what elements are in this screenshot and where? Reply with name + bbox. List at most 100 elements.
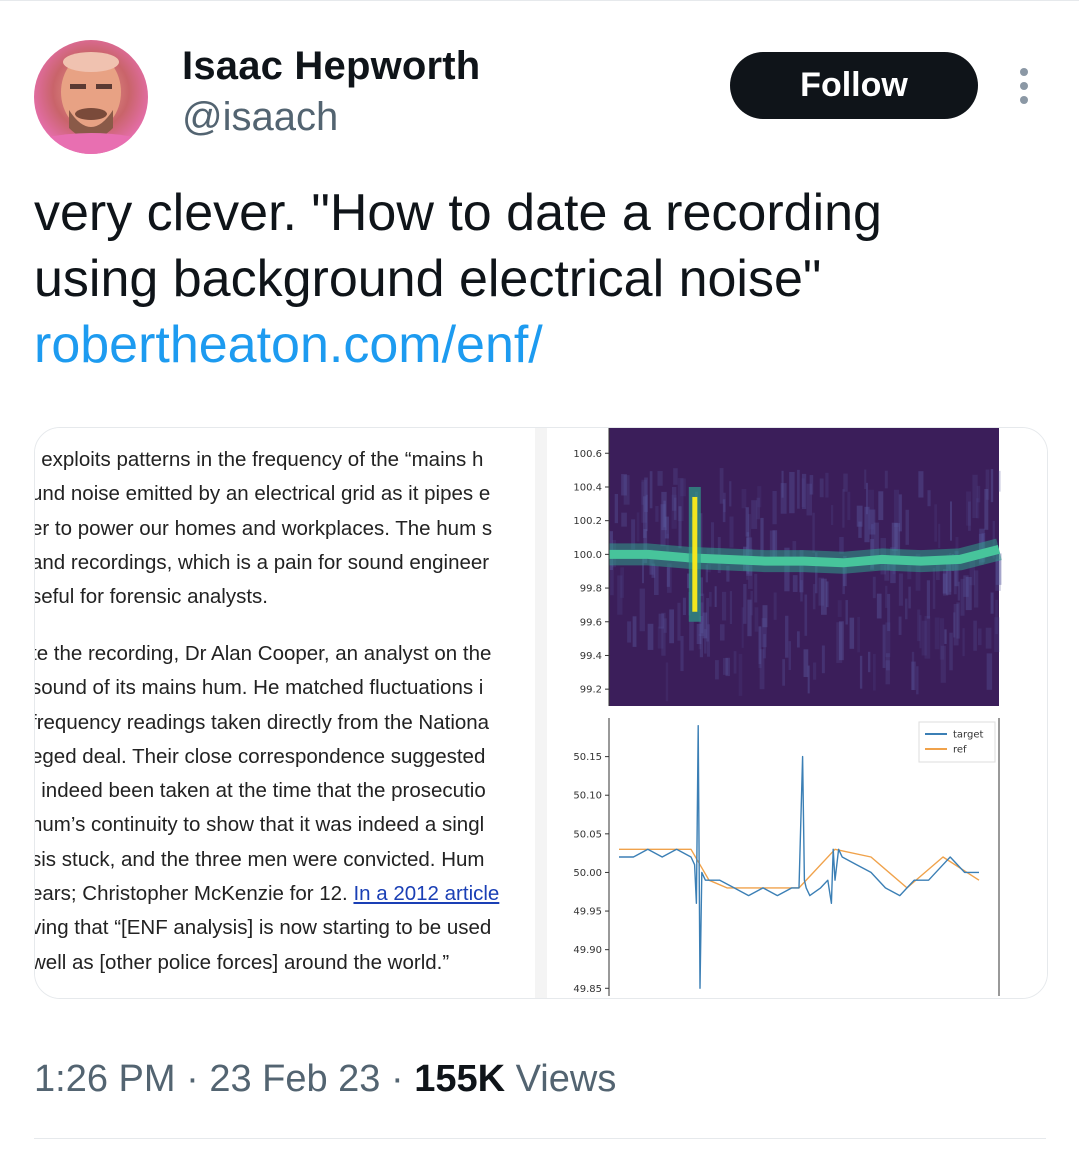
heatmap-noise-cell (722, 499, 726, 523)
author-name[interactable]: Isaac Hepworth (182, 44, 480, 89)
heatmap-noise-cell (878, 491, 884, 521)
heatmap-noise-cell (973, 620, 977, 651)
article-line: te the recording, Dr Alan Cooper, an ana… (35, 642, 492, 665)
heatmap-noise-cell (754, 607, 759, 632)
article-link: In a 2012 article (353, 882, 500, 906)
article-line: ving that “[ENF analysis] is now startin… (35, 916, 492, 940)
heatmap-noise-cell (647, 623, 654, 650)
tweet-meta: 1:26 PM · 23 Feb 23 · 155K Views (34, 1058, 616, 1101)
heatmap-noise-cell (984, 488, 989, 530)
heatmap-spike (692, 496, 698, 612)
date[interactable]: 23 Feb 23 (209, 1058, 380, 1100)
heatmap-noise-cell (623, 475, 630, 505)
heatmap-noise-cell (911, 651, 915, 690)
heatmap-noise-cell (804, 594, 808, 636)
heatmap-noise-cell (741, 607, 744, 648)
heatmap-noise-cell (671, 494, 677, 529)
heatmap-noise-cell (838, 621, 844, 661)
heatmap-noise-cell (932, 568, 936, 609)
line-y-tick-label: 50.15 (573, 752, 602, 763)
heatmap-noise-cell (657, 471, 663, 486)
heatmap-noise-cell (714, 586, 717, 608)
heatmap-noise-cell (639, 588, 645, 632)
heatmap-noise-cell (669, 609, 675, 644)
heatmap-noise-cell (994, 617, 1000, 653)
tweet-text-line-1: very clever. "How to date a recording (34, 184, 882, 242)
heatmap-noise-cell (934, 617, 940, 650)
tweet-text: very clever. "How to date a recording us… (34, 180, 1044, 378)
heatmap-noise-cell (843, 473, 848, 492)
heatmap-noise-cell (944, 629, 947, 644)
heatmap-noise-cell (614, 493, 619, 524)
heatmap-noise-cell (898, 573, 903, 606)
heatmap-noise-cell (758, 626, 762, 669)
heatmap-noise-cell (789, 471, 795, 514)
heatmap-noise-cell (976, 498, 980, 519)
avatar-image (34, 52, 148, 154)
line-y-tick-label: 49.95 (573, 907, 602, 918)
heatmap-noise-cell (985, 627, 992, 649)
heatmap-noise-cell (845, 600, 848, 625)
article-line: j exploits patterns in the frequency of … (35, 448, 484, 471)
heatmap-noise-cell (788, 641, 792, 671)
heatmap-noise-cell (949, 632, 953, 671)
line-y-tick-label: 50.05 (573, 829, 602, 840)
article-line: sound of its mains hum. He matched fluct… (35, 676, 484, 700)
series-line-target (619, 725, 979, 989)
heatmap-noise-cell (963, 575, 969, 597)
article-paragraph-2: te the recording, Dr Alan Cooper, an ana… (35, 637, 499, 980)
heatmap-noise-cell (867, 651, 871, 673)
tweet-link[interactable]: robertheaton.com/enf/ (34, 312, 1044, 378)
heatmap-noise-cell (813, 662, 817, 680)
heatmap-noise-cell (792, 575, 798, 592)
avatar[interactable] (34, 40, 148, 154)
legend-label-target: target (953, 730, 983, 741)
top-divider (0, 0, 1079, 1)
article-line: sis stuck, and the three men were convic… (35, 847, 485, 871)
heatmap-noise-cell (934, 504, 937, 542)
line-y-tick-label: 49.90 (573, 945, 602, 956)
heatmap-noise-cell (859, 655, 863, 689)
heatmap-noise-cell (627, 621, 632, 643)
heatmap-noise-cell (885, 653, 890, 671)
heatmap-noise-cell (876, 593, 882, 619)
heatmap-noise-cell (865, 482, 868, 515)
heatmap-noise-cell (729, 591, 733, 625)
article-line-text: ears; Christopher McKenzie for 12. (35, 882, 354, 906)
heatmap-noise-cell (926, 580, 930, 619)
author-handle[interactable]: @isaach (182, 95, 338, 140)
heatmap-noise-cell (738, 653, 743, 696)
heatmap-noise-cell (962, 628, 965, 657)
heatmap-noise-cell (663, 500, 666, 528)
heatmap-noise-cell (655, 505, 659, 522)
heatmap-noise-cell (750, 590, 753, 616)
heatmap-noise-cell (754, 573, 758, 603)
line-y-tick-label: 50.00 (573, 868, 602, 879)
heatmap-noise-cell (973, 570, 979, 608)
heatmap-noise-cell (837, 600, 842, 617)
heatmap-noise-cell (797, 469, 800, 509)
heatmap-y-tick-label: 100.2 (573, 516, 602, 527)
heatmap-noise-cell (653, 565, 659, 596)
more-options-icon[interactable] (1012, 66, 1036, 106)
heatmap-noise-cell (722, 591, 727, 621)
media-image[interactable]: j exploits patterns in the frequency of … (34, 427, 1048, 999)
follow-button[interactable]: Follow (730, 52, 978, 119)
heatmap-noise-cell (957, 581, 961, 601)
heatmap-noise-cell (678, 506, 682, 549)
views-count: 155K (414, 1058, 506, 1100)
heatmap-noise-cell (733, 651, 737, 674)
heatmap-noise-cell (729, 516, 734, 548)
heatmap-noise-cell (663, 618, 667, 633)
article-line: hum’s continuity to show that it was ind… (35, 813, 485, 837)
heatmap-noise-cell (696, 624, 702, 645)
timestamp[interactable]: 1:26 PM (34, 1058, 176, 1100)
heatmap-noise-cell (773, 592, 777, 620)
heatmap-noise-cell (709, 591, 712, 607)
heatmap-noise-cell (977, 628, 982, 646)
article-line: ears; Christopher McKenzie for 12. In a … (35, 877, 499, 911)
heatmap-noise-cell (819, 478, 824, 498)
heatmap-noise-cell (842, 489, 845, 528)
tweet-text-line-2: using background electrical noise" (34, 250, 822, 308)
heatmap-noise-cell (666, 567, 670, 587)
